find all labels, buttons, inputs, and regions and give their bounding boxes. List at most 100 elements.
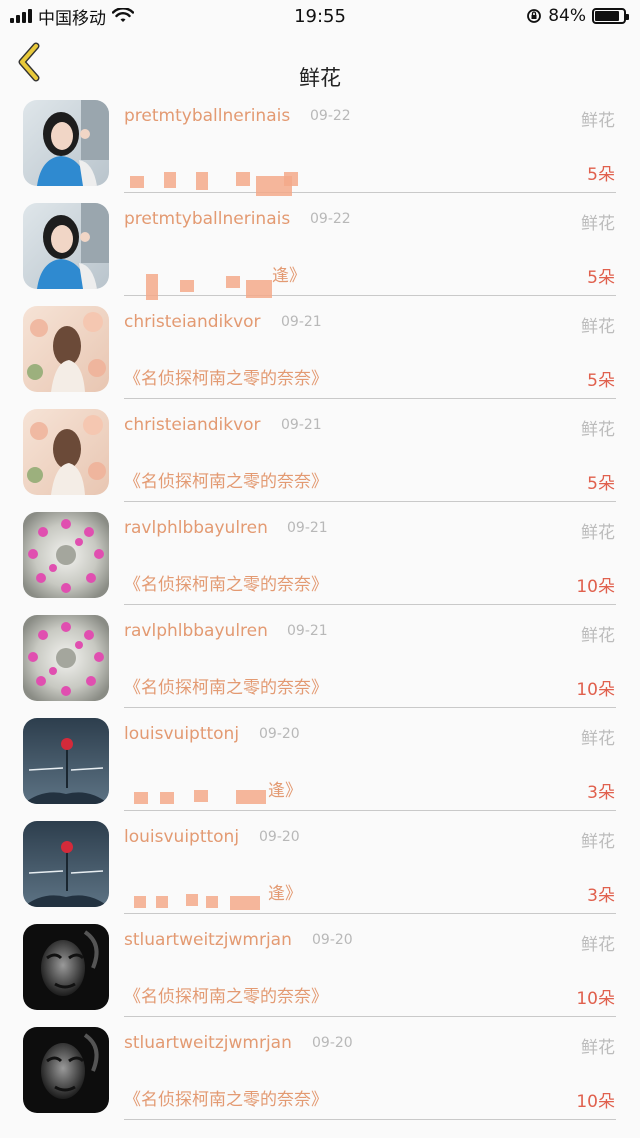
redaction-block: [196, 172, 208, 190]
redaction-block: [194, 790, 208, 802]
redaction-block: [160, 792, 174, 804]
date: 09-21: [287, 520, 328, 536]
username[interactable]: stluartweitzjwmrjan: [124, 1033, 292, 1053]
date: 09-21: [287, 623, 328, 639]
flower-count: 5朵: [587, 165, 615, 185]
date: 09-20: [312, 932, 353, 948]
gift-type: 鲜花: [581, 729, 615, 749]
list-item[interactable]: ravlphlbbayulren 09-21 鲜花《名侦探柯南之零的奈奈》 10朵: [0, 502, 640, 605]
redaction-block: [284, 172, 298, 186]
gift-type: 鲜花: [581, 1038, 615, 1058]
avatar[interactable]: [23, 924, 109, 1010]
date: 09-22: [310, 211, 351, 227]
flower-count: 10朵: [576, 680, 615, 700]
work-title: 《名侦探柯南之零的奈奈》: [124, 369, 328, 389]
status-left: 中国移动: [10, 4, 134, 29]
list-item[interactable]: christeiandikvor 09-21 鲜花《名侦探柯南之零的奈奈》 5朵: [0, 296, 640, 399]
username[interactable]: louisvuipttonj: [124, 827, 239, 847]
redaction-block: [226, 276, 240, 288]
battery-percent: 84%: [548, 6, 586, 26]
redaction-block: [134, 896, 146, 908]
avatar[interactable]: [23, 306, 109, 392]
redaction-block: [246, 280, 272, 298]
username[interactable]: louisvuipttonj: [124, 724, 239, 744]
flower-count: 5朵: [587, 474, 615, 494]
work-title: 《名侦探柯南之零的奈奈》: [124, 472, 328, 492]
username[interactable]: ravlphlbbayulren: [124, 518, 268, 538]
work-title: 《名侦探柯南之零的奈奈》: [124, 1090, 328, 1110]
gift-type: 鲜花: [581, 523, 615, 543]
gift-type: 鲜花: [581, 317, 615, 337]
work-title: 逢》: [272, 266, 306, 286]
gift-type: 鲜花: [581, 214, 615, 234]
gift-type: 鲜花: [581, 935, 615, 955]
signal-icon: [10, 9, 32, 23]
flower-count: 5朵: [587, 268, 615, 288]
list-item[interactable]: christeiandikvor 09-21 鲜花《名侦探柯南之零的奈奈》 5朵: [0, 399, 640, 502]
avatar[interactable]: [23, 512, 109, 598]
list-item[interactable]: louisvuipttonj 09-20 鲜花 逢》 3朵: [0, 708, 640, 811]
gift-type: 鲜花: [581, 420, 615, 440]
username[interactable]: christeiandikvor: [124, 312, 261, 332]
username[interactable]: ravlphlbbayulren: [124, 621, 268, 641]
flower-count: 10朵: [576, 989, 615, 1009]
carrier-label: 中国移动: [38, 8, 106, 29]
status-right: 84%: [526, 6, 629, 26]
redaction-block: [146, 274, 158, 300]
list-item[interactable]: stluartweitzjwmrjan 09-20 鲜花《名侦探柯南之零的奈奈》 10…: [0, 914, 640, 1017]
list-item[interactable]: ravlphlbbayulren 09-21 鲜花《名侦探柯南之零的奈奈》 10朵: [0, 605, 640, 708]
date: 09-20: [312, 1035, 353, 1051]
work-title: 逢》: [268, 884, 302, 904]
avatar[interactable]: [23, 100, 109, 186]
redaction-block: [186, 894, 198, 906]
date: 09-21: [281, 417, 322, 433]
username[interactable]: stluartweitzjwmrjan: [124, 930, 292, 950]
row-divider: [124, 1119, 616, 1120]
list-item[interactable]: pretmtyballnerinais 09-22 鲜花 5朵: [0, 90, 640, 193]
username[interactable]: christeiandikvor: [124, 415, 261, 435]
date: 09-20: [259, 726, 300, 742]
work-title: 逢》: [268, 781, 302, 801]
redaction-block: [164, 172, 176, 188]
rotation-lock-icon: [527, 9, 542, 23]
redaction-block: [236, 790, 266, 804]
wifi-icon: [112, 8, 134, 22]
work-title: 《名侦探柯南之零的奈奈》: [124, 987, 328, 1007]
gift-type: 鲜花: [581, 626, 615, 646]
list-item[interactable]: stluartweitzjwmrjan 09-20 鲜花《名侦探柯南之零的奈奈》 10…: [0, 1017, 640, 1120]
redaction-block: [206, 896, 218, 908]
redaction-block: [236, 172, 250, 186]
date: 09-22: [310, 108, 351, 124]
redaction-block: [156, 896, 168, 908]
gift-type: 鲜花: [581, 111, 615, 131]
redaction-block: [130, 176, 144, 188]
gift-list: pretmtyballnerinais 09-22 鲜花 5朵 pretmtyballn…: [0, 90, 640, 1138]
avatar[interactable]: [23, 409, 109, 495]
avatar[interactable]: [23, 821, 109, 907]
avatar[interactable]: [23, 1027, 109, 1113]
redaction-block: [180, 280, 194, 292]
date: 09-21: [281, 314, 322, 330]
battery-fill: [595, 11, 619, 21]
work-title: 《名侦探柯南之零的奈奈》: [124, 678, 328, 698]
flower-count: 3朵: [587, 886, 615, 906]
page-title: 鲜花: [299, 66, 341, 90]
redaction-block: [134, 792, 148, 804]
avatar[interactable]: [23, 203, 109, 289]
flower-count: 10朵: [576, 1092, 615, 1112]
list-item[interactable]: louisvuipttonj 09-20 鲜花逢》 3朵: [0, 811, 640, 914]
status-bar: 中国移动 19:55 84%: [0, 0, 640, 32]
date: 09-20: [259, 829, 300, 845]
username[interactable]: pretmtyballnerinais: [124, 209, 290, 229]
battery-icon: [592, 8, 629, 24]
list-item[interactable]: pretmtyballnerinais 09-22 鲜花逢》 5朵: [0, 193, 640, 296]
navigation-bar: 鲜花: [0, 32, 640, 90]
username[interactable]: pretmtyballnerinais: [124, 106, 290, 126]
flower-count: 10朵: [576, 577, 615, 597]
redaction-block: [230, 896, 260, 910]
avatar[interactable]: [23, 615, 109, 701]
gift-type: 鲜花: [581, 832, 615, 852]
work-title: 《名侦探柯南之零的奈奈》: [124, 575, 328, 595]
flower-count: 5朵: [587, 371, 615, 391]
avatar[interactable]: [23, 718, 109, 804]
